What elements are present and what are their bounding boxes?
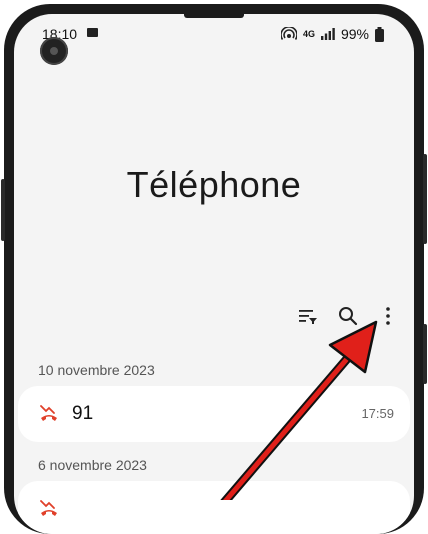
battery-icon	[375, 26, 384, 42]
call-number: 91	[72, 403, 94, 424]
more-options-icon	[386, 307, 390, 325]
signal-icon	[320, 28, 335, 40]
filter-icon	[299, 310, 317, 324]
page-title: Téléphone	[126, 164, 302, 205]
power-button	[1, 179, 5, 241]
phone-screen: 18:10 4G 99% Téléphone 10 novembre 2023 …	[14, 14, 414, 534]
search-icon	[339, 307, 358, 326]
call-time: 17:59	[361, 406, 394, 421]
search-button[interactable]	[336, 304, 360, 328]
speaker-notch	[184, 14, 244, 18]
image-notification-icon	[87, 28, 98, 37]
front-camera	[40, 37, 68, 65]
network-type: 4G	[302, 29, 315, 39]
phone-frame: 18:10 4G 99% Téléphone 10 novembre 2023 …	[1, 4, 427, 534]
missed-call-icon	[40, 500, 57, 516]
date-header: 10 novembre 2023	[38, 362, 155, 378]
call-log-item[interactable]	[18, 481, 410, 534]
filter-button[interactable]	[296, 304, 320, 328]
status-right: 4G 99%	[280, 26, 384, 42]
hotspot-icon	[280, 27, 297, 40]
call-log-item[interactable]: 91 17:59	[18, 386, 410, 442]
missed-call-icon	[40, 405, 57, 421]
date-header: 6 novembre 2023	[38, 457, 147, 473]
more-options-button[interactable]	[376, 304, 400, 328]
bixby-button	[423, 324, 427, 384]
status-bar: 18:10 4G 99%	[14, 22, 414, 46]
volume-button	[423, 154, 427, 244]
battery-percent: 99%	[340, 26, 369, 42]
toolbar	[296, 304, 400, 328]
